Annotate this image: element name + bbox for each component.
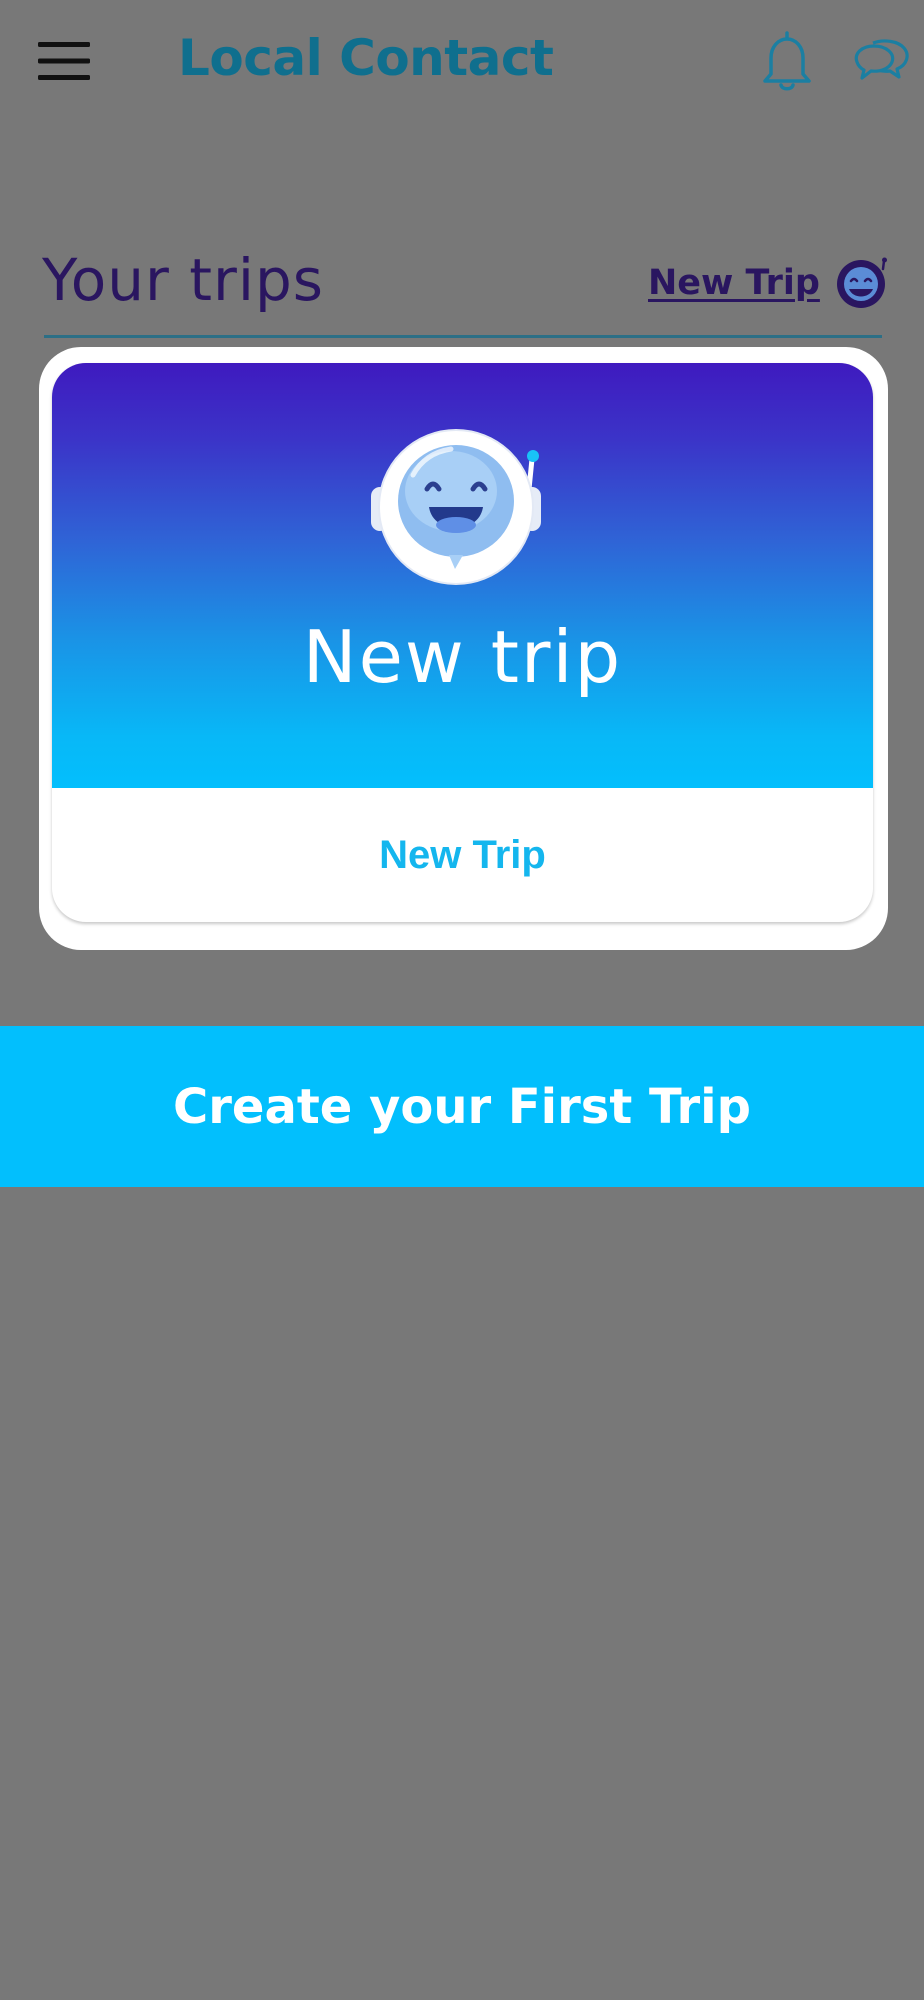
bell-icon[interactable]	[758, 30, 816, 94]
hamburger-menu-icon[interactable]	[38, 40, 90, 82]
robot-avatar-icon	[836, 257, 887, 308]
app-title: Local Contact	[178, 29, 554, 87]
new-trip-link-label: New Trip	[648, 263, 820, 303]
smiling-robot-astronaut-icon	[371, 429, 541, 585]
section-heading: Your trips	[42, 246, 324, 314]
trip-card-frame: New trip New Trip	[39, 347, 888, 950]
new-trip-link[interactable]: New Trip	[648, 257, 890, 308]
new-trip-card[interactable]: New trip New Trip	[52, 363, 873, 922]
section-divider	[44, 335, 882, 338]
card-caption: New Trip	[379, 832, 546, 877]
card-image-title: New trip	[302, 615, 623, 699]
create-first-trip-button[interactable]: Create your First Trip	[0, 1026, 924, 1187]
card-image: New trip	[52, 363, 873, 788]
chat-bubbles-icon[interactable]	[852, 36, 912, 88]
